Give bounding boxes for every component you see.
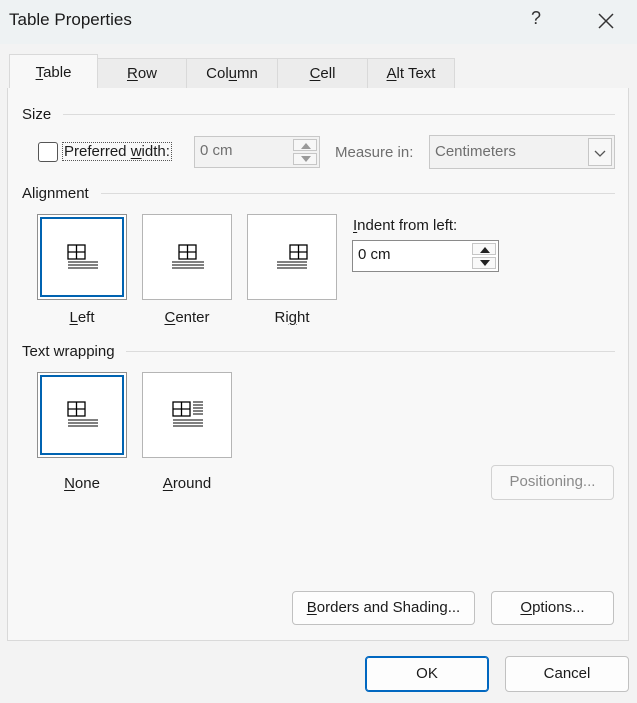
chevron-down-icon <box>594 150 606 157</box>
close-button[interactable] <box>592 7 620 35</box>
dialog-title: Table Properties <box>9 10 132 29</box>
label-text: enter <box>175 309 210 326</box>
cancel-button[interactable]: Cancel <box>505 656 629 692</box>
label-text: Preferred <box>64 143 131 160</box>
label-mnemonic: N <box>64 475 75 492</box>
ok-button[interactable]: OK <box>365 656 489 692</box>
label-text: eft <box>77 309 95 326</box>
tab-label: mn <box>237 65 258 82</box>
measure-in-label: Measure in: <box>335 144 414 161</box>
arrow-up-icon <box>301 143 311 149</box>
tab-mnemonic: u <box>228 65 237 82</box>
title-bar: Table Properties ? <box>0 0 637 44</box>
spinner-buttons <box>472 243 496 269</box>
tab-alt-text[interactable]: Alt Text <box>367 58 455 89</box>
tab-mnemonic: R <box>126 65 138 82</box>
tab-label: Col <box>206 65 229 82</box>
measure-in-value: Centimeters <box>435 143 516 160</box>
label-mnemonic: O <box>520 599 533 616</box>
label-text: Ri <box>274 309 289 326</box>
label-mnemonic: B <box>306 599 317 616</box>
tab-mnemonic: C <box>309 65 321 82</box>
tab-label: lt Text <box>396 65 436 82</box>
align-right-label: Right <box>247 309 337 326</box>
label-text: ptions... <box>532 599 585 616</box>
tab-label: ow <box>137 65 158 82</box>
size-heading: Size <box>22 106 52 123</box>
label-mnemonic: A <box>162 475 173 492</box>
section-divider <box>101 193 615 194</box>
arrow-down-icon <box>480 260 490 266</box>
preferred-width-label[interactable]: Preferred width: <box>62 142 172 161</box>
spin-down-button[interactable] <box>472 257 496 269</box>
label-text: orders and Shading... <box>316 599 461 616</box>
preferred-width-spinner[interactable]: 0 cm <box>194 136 320 168</box>
spin-up-button[interactable] <box>293 139 317 151</box>
wrap-none-label: None <box>37 475 127 492</box>
label-mnemonic: L <box>69 309 78 326</box>
tab-cell[interactable]: Cell <box>277 58 368 89</box>
wrap-none-option[interactable] <box>37 372 127 458</box>
options-button[interactable]: Options... <box>491 591 614 625</box>
tab-mnemonic: A <box>386 65 397 82</box>
align-center-option[interactable] <box>142 214 232 300</box>
arrow-up-icon <box>480 247 490 253</box>
label-text: idth: <box>141 143 170 160</box>
wrap-around-label: Around <box>142 475 232 492</box>
spin-up-button[interactable] <box>472 243 496 255</box>
tab-table[interactable]: Table <box>9 54 98 89</box>
label-mnemonic: g <box>288 309 297 326</box>
borders-and-shading-button[interactable]: Borders and Shading... <box>292 591 475 625</box>
indent-value: 0 cm <box>358 246 391 263</box>
indent-from-left-label: Indent from left: <box>353 217 457 234</box>
wrap-around-option[interactable] <box>142 372 232 458</box>
close-icon <box>598 13 614 29</box>
wrap-none-icon <box>67 401 98 427</box>
align-left-label: Left <box>37 309 127 326</box>
width-value: 0 cm <box>200 142 233 159</box>
tab-mnemonic: T <box>35 64 44 81</box>
align-right-option[interactable] <box>247 214 337 300</box>
tab-panel: Size Preferred width: 0 cm Measure in: C… <box>7 88 629 641</box>
align-right-icon <box>277 244 308 269</box>
label-mnemonic: C <box>164 309 176 326</box>
measure-in-select[interactable]: Centimeters <box>429 135 615 169</box>
label-text: ht <box>297 309 310 326</box>
label-text: ndent from left: <box>357 217 458 234</box>
tab-row[interactable]: Row <box>97 58 187 89</box>
spin-down-button[interactable] <box>293 153 317 165</box>
align-center-icon <box>172 244 204 269</box>
tab-column[interactable]: Column <box>186 58 278 89</box>
preferred-width-checkbox[interactable] <box>38 142 58 162</box>
positioning-button[interactable]: Positioning... <box>491 465 614 500</box>
dropdown-button[interactable] <box>588 138 612 166</box>
label-mnemonic: w <box>130 143 142 160</box>
align-left-option[interactable] <box>37 214 127 300</box>
help-button[interactable]: ? <box>524 8 548 34</box>
tab-label: ell <box>320 65 336 82</box>
align-center-label: Center <box>142 309 232 326</box>
arrow-down-icon <box>301 156 311 162</box>
alignment-heading: Alignment <box>22 185 89 202</box>
spinner-buttons <box>293 139 317 165</box>
tab-label: able <box>43 64 72 81</box>
section-divider <box>126 351 615 352</box>
wrap-around-icon <box>172 401 203 427</box>
label-text: round <box>172 475 212 492</box>
text-wrapping-heading: Text wrapping <box>22 343 115 360</box>
label-text: one <box>74 475 100 492</box>
section-divider <box>63 114 615 115</box>
align-left-icon <box>67 244 98 269</box>
indent-spinner[interactable]: 0 cm <box>352 240 499 272</box>
